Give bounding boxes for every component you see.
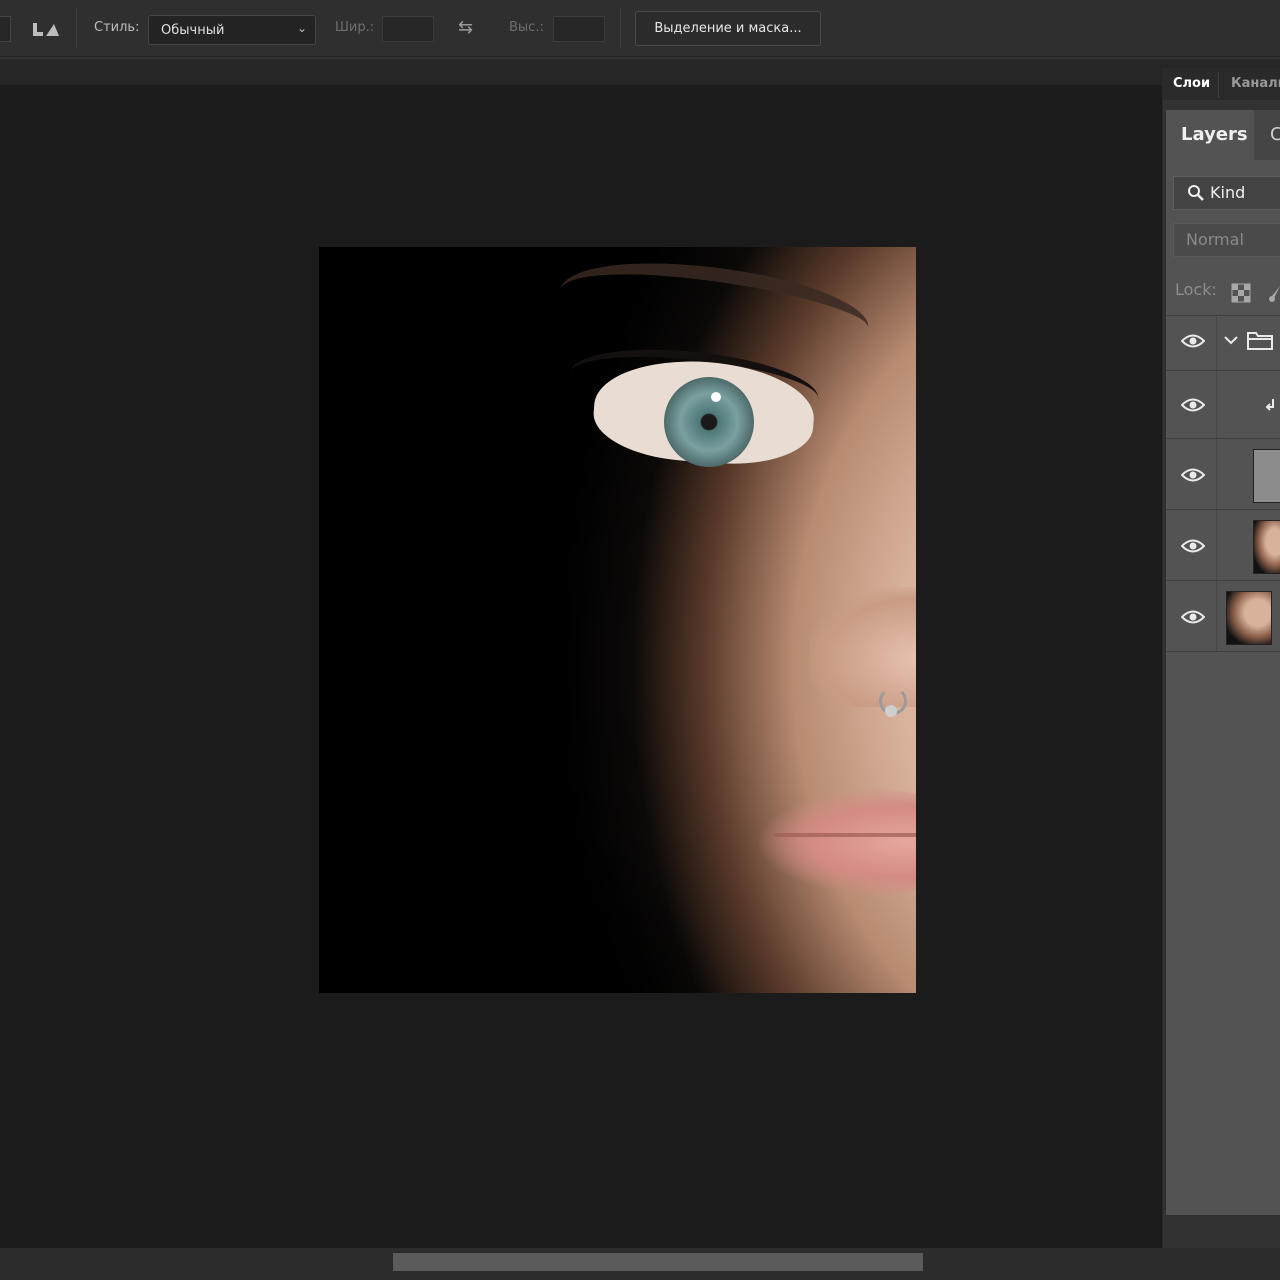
eye-icon[interactable] [1181,467,1205,483]
eye-icon[interactable] [1181,397,1205,413]
width-field[interactable] [382,16,434,42]
photo-lips [759,787,916,897]
layer-row-gray-fill[interactable] [1166,438,1280,510]
photo-nose-ring-ball [885,705,897,717]
panel-tab-bar: Слои Каналы [1163,68,1280,100]
photo-lip-line [774,833,916,837]
search-icon [1188,185,1204,201]
eye-icon[interactable] [1181,609,1205,625]
layer-row-group[interactable] [1166,315,1280,371]
tab-next-partial[interactable]: C [1270,110,1280,160]
photo-dark-background [319,247,549,993]
layers-panel-tabs: Layers C [1166,110,1280,160]
clipping-mask-arrow-icon [1265,399,1274,411]
document-canvas-image[interactable] [319,247,916,993]
filter-kind-label: Kind [1210,183,1246,202]
toolbar-separator [620,8,621,48]
previous-field-stub[interactable] [0,16,11,42]
horizontal-scrollbar[interactable] [0,1248,1280,1280]
right-panel: Слои Каналы Layers C Kind Normal Lock: [1162,68,1280,1248]
layer-thumbnail [1226,591,1272,645]
tab-channels-ru[interactable]: Каналы [1231,76,1280,91]
toolbar-separator [76,8,77,48]
chevron-down-icon: ⌄ [296,21,307,35]
layers-list-end [1166,651,1280,652]
eye-icon[interactable] [1181,333,1205,349]
layer-row-separator [1216,510,1217,581]
options-bar: Стиль: Обычный ⌄ Шир.: ⇆ Выс.: Выделение… [0,0,1280,57]
blend-mode-value: Normal [1186,230,1244,249]
style-select-value: Обычный [161,23,225,38]
document-tab-strip [0,57,1280,85]
style-select[interactable]: Обычный ⌄ [148,15,316,45]
lock-row: Lock: [1166,270,1280,310]
layer-filter-select[interactable]: Kind [1173,176,1280,210]
eye-icon[interactable] [1181,538,1205,554]
lock-label: Lock: [1175,280,1217,299]
layer-row-photo[interactable] [1166,580,1280,652]
scrollbar-thumb[interactable] [393,1253,923,1271]
layer-row-photo-clipped[interactable] [1166,509,1280,581]
swap-icon[interactable]: ⇆ [458,17,473,38]
blend-mode-select[interactable]: Normal [1173,223,1280,257]
layer-thumbnail [1253,449,1280,503]
tab-layers[interactable]: Layers [1166,110,1254,160]
layer-row-adjustment[interactable] [1166,370,1280,439]
layer-row-separator [1216,316,1217,371]
style-label: Стиль: [94,20,140,35]
select-and-mask-button[interactable]: Выделение и маска... [635,11,821,46]
height-label: Выс.: [509,20,544,35]
chevron-down-icon[interactable] [1223,334,1239,346]
strip-bevel [0,57,1280,59]
lock-pixels-brush-icon[interactable] [1268,285,1280,303]
folder-icon [1247,332,1273,350]
width-label: Шир.: [335,20,375,35]
lock-transparency-icon[interactable] [1231,283,1251,303]
tab-separator [1218,72,1219,98]
layer-row-separator [1216,581,1217,652]
selection-mode-icon[interactable] [32,20,60,38]
layers-panel: Layers C Kind Normal Lock: [1166,110,1280,1215]
layer-row-separator [1216,371,1217,439]
layer-thumbnail [1253,520,1280,574]
tab-layers-ru[interactable]: Слои [1173,76,1210,91]
height-field[interactable] [553,16,605,42]
layer-row-separator [1216,439,1217,510]
